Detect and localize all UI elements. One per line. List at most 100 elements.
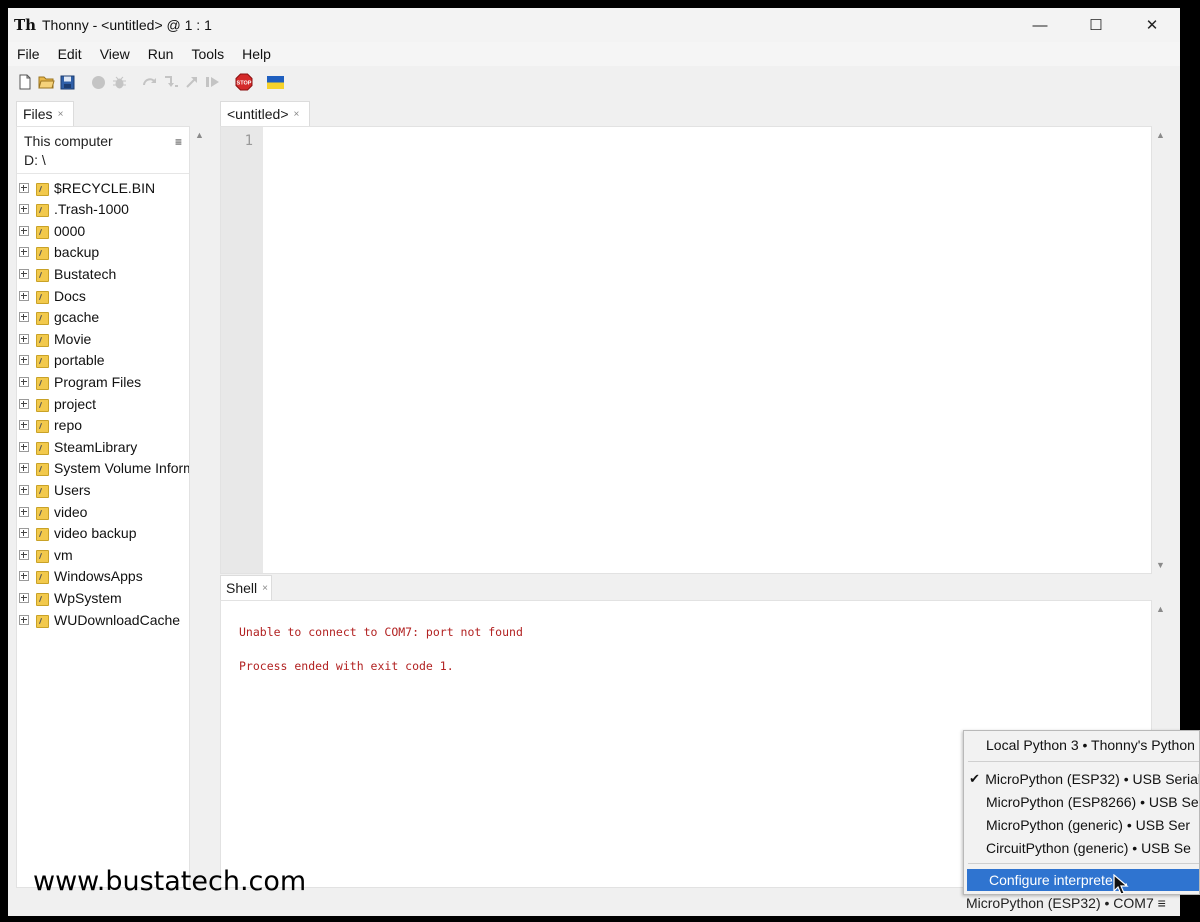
shell-tab-label: Shell (226, 580, 258, 596)
save-icon[interactable] (58, 73, 76, 91)
folder-icon (35, 526, 49, 542)
file-tree-item[interactable]: video backup (17, 523, 137, 544)
line-number-gutter: 1 (221, 127, 263, 573)
new-file-icon[interactable] (16, 73, 34, 91)
location-drive[interactable]: D: \ (24, 152, 46, 168)
interpreter-option-circuitpython[interactable]: CircuitPython (generic) • USB Se (964, 837, 1199, 859)
shell-tab-close-icon[interactable]: × (262, 583, 268, 594)
file-tree-item[interactable]: Bustatech (17, 263, 116, 284)
file-tree-item[interactable]: SteamLibrary (17, 436, 137, 457)
menu-help[interactable]: Help (233, 46, 280, 62)
file-tree-item-label: Program Files (54, 373, 142, 390)
tab-shell[interactable]: Shell × (220, 575, 272, 600)
expand-icon[interactable] (19, 333, 29, 344)
ukraine-flag-icon[interactable] (266, 73, 284, 91)
file-tree-item[interactable]: .Trash-1000 (17, 199, 129, 220)
expand-icon[interactable] (19, 182, 29, 193)
expand-icon[interactable] (19, 398, 29, 409)
file-tree-item[interactable]: backup (17, 242, 99, 263)
file-tree-item[interactable]: video (17, 501, 87, 522)
expand-icon[interactable] (19, 484, 29, 495)
expand-icon[interactable] (19, 204, 29, 215)
menu-run[interactable]: Run (139, 46, 183, 62)
file-tree-item[interactable]: System Volume Inform (17, 458, 189, 479)
file-tree-item[interactable]: project (17, 393, 96, 414)
open-folder-icon[interactable] (37, 73, 55, 91)
file-tree-item[interactable]: repo (17, 415, 82, 436)
folder-icon (35, 397, 49, 412)
folder-icon (35, 375, 49, 390)
file-tree-item-label: video backup (54, 525, 137, 542)
expand-icon[interactable] (19, 592, 29, 603)
expand-icon[interactable] (19, 571, 29, 582)
file-tree-item[interactable]: gcache (17, 307, 99, 328)
interpreter-selector[interactable]: MicroPython (ESP32) • COM7 ≡ (966, 895, 1166, 911)
file-tree-item[interactable]: WindowsApps (17, 566, 143, 587)
expand-icon[interactable] (19, 225, 29, 236)
minimize-button[interactable]: — (1012, 8, 1068, 42)
menu-view[interactable]: View (91, 46, 139, 62)
file-tree-item-label: video (54, 503, 88, 520)
file-tree-item[interactable]: $RECYCLE.BIN (17, 177, 155, 198)
scroll-up-arrow-icon[interactable]: ▲ (1156, 604, 1165, 614)
window-controls: — ☐ ✕ (1012, 8, 1180, 42)
menu-file[interactable]: File (8, 46, 49, 62)
menu-edit[interactable]: Edit (49, 46, 91, 62)
scroll-up-arrow-icon[interactable]: ▲ (1156, 130, 1165, 140)
interpreter-option-local-python[interactable]: Local Python 3 • Thonny's Python (964, 734, 1199, 756)
file-tree-item[interactable]: WpSystem (17, 587, 122, 608)
tab-untitled[interactable]: <untitled> × (220, 101, 310, 126)
folder-icon (35, 591, 49, 606)
file-tree-item[interactable]: Docs (17, 285, 86, 306)
scroll-up-arrow-icon[interactable]: ▲ (195, 130, 204, 140)
expand-icon[interactable] (19, 268, 29, 279)
expand-icon[interactable] (19, 376, 29, 387)
file-tree-item[interactable]: portable (17, 350, 105, 371)
expand-icon[interactable] (19, 441, 29, 452)
file-tree-item[interactable]: WUDownloadCache (17, 609, 180, 630)
stop-icon[interactable]: STOP (235, 73, 253, 91)
expand-icon[interactable] (19, 247, 29, 258)
scroll-down-arrow-icon[interactable]: ▼ (1156, 560, 1165, 570)
mouse-cursor-icon (1113, 874, 1129, 895)
resume-icon[interactable] (204, 73, 222, 91)
menu-tools[interactable]: Tools (182, 46, 233, 62)
editor-scrollbar[interactable]: ▲ ▼ (1152, 126, 1170, 574)
expand-icon[interactable] (19, 312, 29, 323)
expand-icon[interactable] (19, 463, 29, 474)
expand-icon[interactable] (19, 355, 29, 366)
files-tab-close-icon[interactable]: × (58, 109, 64, 120)
interpreter-option-esp8266[interactable]: MicroPython (ESP8266) • USB Se (964, 791, 1199, 813)
interpreter-option-micropython-generic[interactable]: MicroPython (generic) • USB Ser (964, 814, 1199, 836)
step-into-icon[interactable] (162, 73, 180, 91)
file-tree-item[interactable]: Program Files (17, 371, 141, 392)
file-tree-item-label: SteamLibrary (54, 438, 138, 455)
expand-icon[interactable] (19, 528, 29, 539)
folder-icon (35, 332, 49, 347)
step-over-icon[interactable] (141, 73, 159, 91)
location-computer[interactable]: This computer (24, 133, 113, 149)
file-tree-item[interactable]: vm (17, 544, 73, 565)
tab-files[interactable]: Files × (16, 101, 74, 126)
step-out-icon[interactable] (183, 73, 201, 91)
folder-icon (35, 181, 49, 196)
file-tree-item[interactable]: 0000 (17, 220, 85, 241)
debug-icon[interactable] (110, 73, 128, 91)
code-editor[interactable]: 1 (220, 126, 1152, 574)
close-button[interactable]: ✕ (1124, 8, 1180, 42)
expand-icon[interactable] (19, 549, 29, 560)
file-tree-item[interactable]: Users (17, 479, 91, 500)
file-tree-item[interactable]: Movie (17, 328, 91, 349)
expand-icon[interactable] (19, 506, 29, 517)
files-menu-icon[interactable]: ≡ (175, 135, 182, 149)
files-scrollbar[interactable]: ▲ (191, 126, 209, 888)
interpreter-option-esp32[interactable]: ✔ MicroPython (ESP32) • USB Serial (964, 768, 1199, 790)
location-divider (17, 173, 189, 174)
run-icon[interactable] (89, 73, 107, 91)
maximize-button[interactable]: ☐ (1068, 8, 1124, 42)
expand-icon[interactable] (19, 290, 29, 301)
expand-icon[interactable] (19, 614, 29, 625)
expand-icon[interactable] (19, 420, 29, 431)
editor-tab-close-icon[interactable]: × (294, 109, 300, 120)
configure-interpreter-item[interactable]: Configure interpreter... (967, 869, 1199, 891)
